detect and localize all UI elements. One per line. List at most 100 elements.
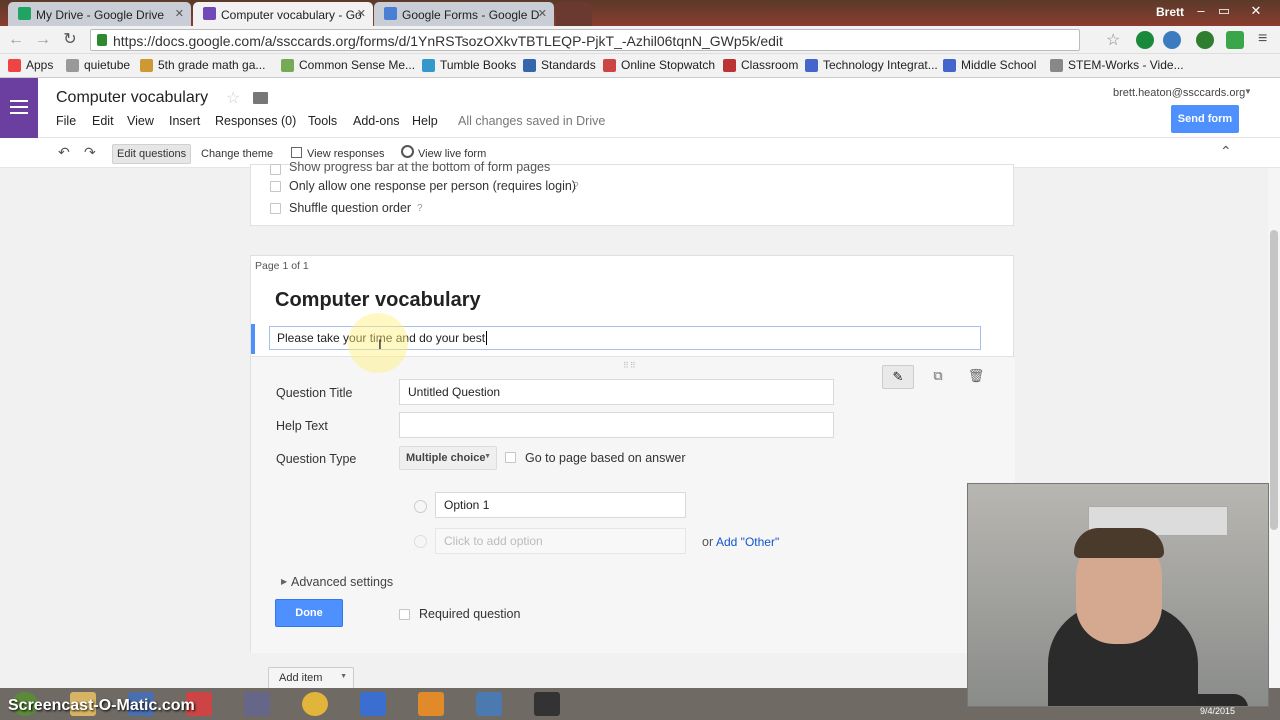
bookmark-common-sense[interactable]: Common Sense Me... [281,58,415,72]
apps-grid-icon[interactable] [360,692,386,716]
forms-header: Computer vocabulary ☆ File Edit View Ins… [0,78,1280,138]
or-text: or [702,535,714,549]
tab-google-forms[interactable]: Google Forms - Google D ✕ [374,2,554,26]
menu-icon[interactable]: ≡ [1258,30,1267,48]
page-icon [805,59,818,72]
menu-view[interactable]: View [127,114,154,128]
bookmark-stopwatch[interactable]: Online Stopwatch [603,58,715,72]
bookmark-tech-integration[interactable]: Technology Integrat... [805,58,938,72]
help-icon[interactable]: ? [417,203,423,214]
undo-icon[interactable]: ↶ [58,144,70,161]
page-icon [523,59,536,72]
question-type-select[interactable]: Multiple choice ▼ [399,446,497,470]
trash-icon[interactable]: 🗑 [962,365,990,389]
drag-handle-icon[interactable]: ⠿⠿ [623,361,637,370]
extension-icon[interactable] [1163,31,1181,49]
close-icon[interactable]: ✕ [538,7,547,20]
required-label: Required question [419,607,521,621]
bookmark-apps[interactable]: Apps [8,58,53,72]
outlook-icon[interactable] [418,692,444,716]
new-tab-button[interactable] [556,2,592,26]
bookmark-stem-works[interactable]: STEM-Works - Vide... [1050,58,1184,72]
question-title-label: Question Title [276,386,353,400]
address-bar[interactable]: https://docs.google.com/a/ssccards.org/f… [90,29,1080,51]
advanced-settings-toggle[interactable]: Advanced settings [291,575,393,589]
profile-name[interactable]: Brett [1156,5,1184,19]
tab-label: Computer vocabulary - Go [221,8,362,22]
webcam-overlay [967,483,1269,707]
bookmark-quietube[interactable]: quietube [66,58,130,72]
bookmark-label: Classroom [741,58,799,72]
forms-icon [203,7,216,20]
menu-file[interactable]: File [56,114,76,128]
scrollbar-thumb[interactable] [1270,230,1278,530]
menu-responses[interactable]: Responses (0) [215,114,296,128]
add-item-button[interactable]: Add item ▼ [268,667,354,689]
page-icon [1050,59,1063,72]
maximize-icon[interactable]: ▭ [1213,3,1235,21]
bookmark-tumble-books[interactable]: Tumble Books [422,58,516,72]
bookmarks-bar: Apps quietube 5th grade math ga... Commo… [0,54,1280,78]
menu-insert[interactable]: Insert [169,114,200,128]
account-email[interactable]: brett.heaton@ssccards.org [1113,87,1245,99]
minimize-icon[interactable]: – [1190,3,1212,21]
add-option-input[interactable]: Click to add option [435,528,686,554]
drive-icon [18,7,31,20]
camera-icon[interactable] [534,692,560,716]
forward-icon[interactable]: → [33,30,53,50]
menu-addons[interactable]: Add-ons [353,114,400,128]
edit-questions-button[interactable]: Edit questions [112,144,192,164]
menu-help[interactable]: Help [412,114,438,128]
page-icon [603,59,616,72]
extension-icon[interactable] [1196,31,1214,49]
required-checkbox[interactable] [399,609,410,620]
bookmark-label: Technology Integrat... [823,58,938,72]
close-icon[interactable]: ✕ [357,7,366,20]
shuffle-checkbox[interactable] [270,203,281,214]
change-theme-button[interactable]: Change theme [197,144,277,164]
bookmark-standards[interactable]: Standards [523,58,596,72]
done-button[interactable]: Done [275,599,343,627]
folder-icon[interactable] [253,92,268,104]
bookmark-math[interactable]: 5th grade math ga... [140,58,265,72]
bookmark-middle-school[interactable]: Middle School [943,58,1036,72]
chrome-icon[interactable] [302,692,328,716]
add-other-link[interactable]: Add "Other" [716,535,779,549]
progress-bar-checkbox[interactable] [270,164,281,175]
form-title[interactable]: Computer vocabulary [275,289,481,312]
collapse-icon[interactable]: ⌃ [1220,143,1232,160]
send-form-button[interactable]: Send form [1171,105,1239,133]
close-icon[interactable]: ✕ [175,7,184,20]
one-response-label: Only allow one response per person (requ… [289,179,576,193]
apps-icon [8,59,21,72]
back-icon[interactable]: ← [6,30,26,50]
page-icon [140,59,153,72]
help-text-input[interactable] [399,412,834,438]
menu-edit[interactable]: Edit [92,114,114,128]
star-icon[interactable]: ☆ [226,88,240,108]
bookmark-classroom[interactable]: Classroom [723,58,798,72]
question-title-input[interactable]: Untitled Question [399,379,834,405]
close-window-icon[interactable]: ✕ [1245,3,1267,21]
bookmark-star-icon[interactable]: ☆ [1106,30,1120,50]
go-to-page-label: Go to page based on answer [525,451,686,465]
document-title[interactable]: Computer vocabulary [56,89,208,107]
extension-icon[interactable] [1226,31,1244,49]
snipping-icon[interactable] [476,692,502,716]
tab-computer-vocabulary[interactable]: Computer vocabulary - Go ✕ [193,2,373,26]
chevron-down-icon: ▼ [340,673,347,680]
duplicate-icon[interactable]: ⧉ [924,365,952,389]
extension-icon[interactable] [1136,31,1154,49]
go-to-page-checkbox[interactable] [505,452,516,463]
chevron-down-icon[interactable]: ▼ [1244,87,1252,96]
one-response-checkbox[interactable] [270,181,281,192]
reload-icon[interactable]: ↻ [60,30,80,50]
edit-pencil-icon[interactable]: ✎ [882,365,914,389]
app-icon[interactable] [244,692,270,716]
option-1-input[interactable]: Option 1 [435,492,686,518]
main-menu-icon[interactable] [0,78,38,138]
tab-my-drive[interactable]: My Drive - Google Drive ✕ [8,2,191,26]
redo-icon[interactable]: ↷ [84,144,96,161]
menu-tools[interactable]: Tools [308,114,337,128]
help-icon[interactable]: ? [573,181,579,192]
